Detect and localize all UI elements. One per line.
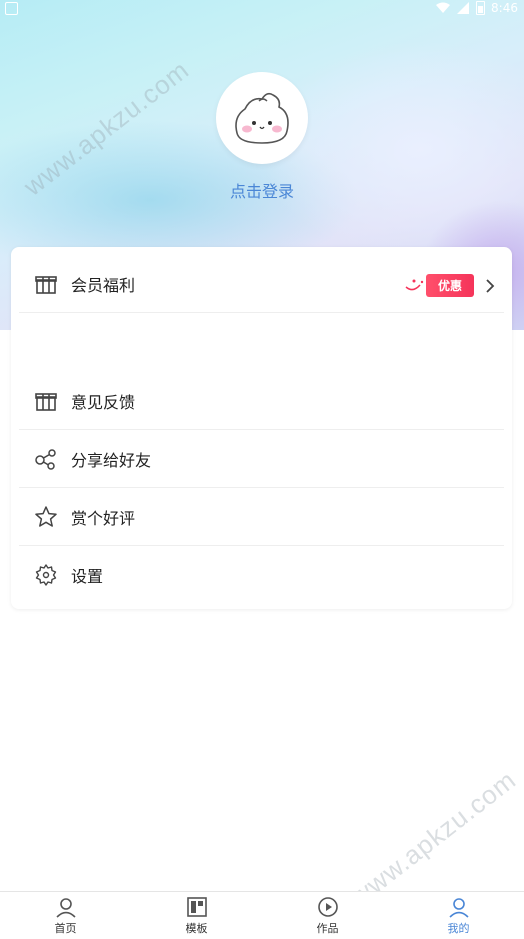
- play-icon: [317, 896, 338, 917]
- user-icon: [448, 897, 469, 918]
- share-icon: [33, 446, 59, 472]
- menu-item-label: 设置: [71, 566, 104, 586]
- signal-icon: [457, 2, 470, 14]
- menu-item-settings[interactable]: 设置: [19, 546, 504, 603]
- status-time: 8:46: [491, 1, 518, 15]
- avatar[interactable]: [216, 72, 308, 164]
- tab-home[interactable]: 首页: [0, 892, 131, 939]
- discount-badge: 优惠: [425, 274, 474, 297]
- chevron-right-icon: [486, 278, 495, 293]
- wifi-icon: [436, 2, 451, 13]
- template-icon: [186, 896, 207, 917]
- menu-item-label: 意见反馈: [71, 393, 136, 412]
- menu-item-rate[interactable]: 赏个好评: [19, 489, 504, 546]
- menu-item-label: 会员福利: [71, 276, 136, 295]
- tab-mine[interactable]: 我的: [393, 892, 524, 939]
- gift-icon: [33, 388, 59, 414]
- menu-item-label: 分享给好友: [71, 451, 152, 470]
- status-bar: 8:46: [0, 0, 524, 16]
- gear-icon: [33, 562, 59, 588]
- home-icon: [55, 897, 76, 918]
- bun-mascot-icon: [235, 92, 289, 144]
- tab-works[interactable]: 作品: [262, 892, 393, 939]
- notification-icon: [5, 2, 18, 15]
- gift-icon: [33, 271, 59, 297]
- login-link[interactable]: 点击登录: [0, 178, 524, 202]
- tab-templates[interactable]: 模板: [131, 892, 262, 939]
- tab-label: 首页: [54, 921, 77, 935]
- menu-item-label: 赏个好评: [71, 509, 136, 528]
- star-icon: [33, 504, 59, 530]
- menu-item-share[interactable]: 分享给好友: [19, 431, 504, 488]
- sparkle-icon: [405, 279, 424, 290]
- battery-icon: [476, 1, 486, 15]
- menu-card: 会员福利 优惠 意见反馈 分享给好友 赏个好评 设置: [11, 247, 512, 609]
- tab-label: 作品: [316, 921, 339, 935]
- menu-item-vip-benefits[interactable]: 会员福利 优惠: [19, 256, 504, 313]
- bottom-tab-bar: 首页 模板 作品 我的: [0, 891, 524, 939]
- tab-label: 我的: [447, 921, 470, 935]
- menu-item-feedback[interactable]: 意见反馈: [19, 373, 504, 430]
- tab-label: 模板: [185, 921, 208, 935]
